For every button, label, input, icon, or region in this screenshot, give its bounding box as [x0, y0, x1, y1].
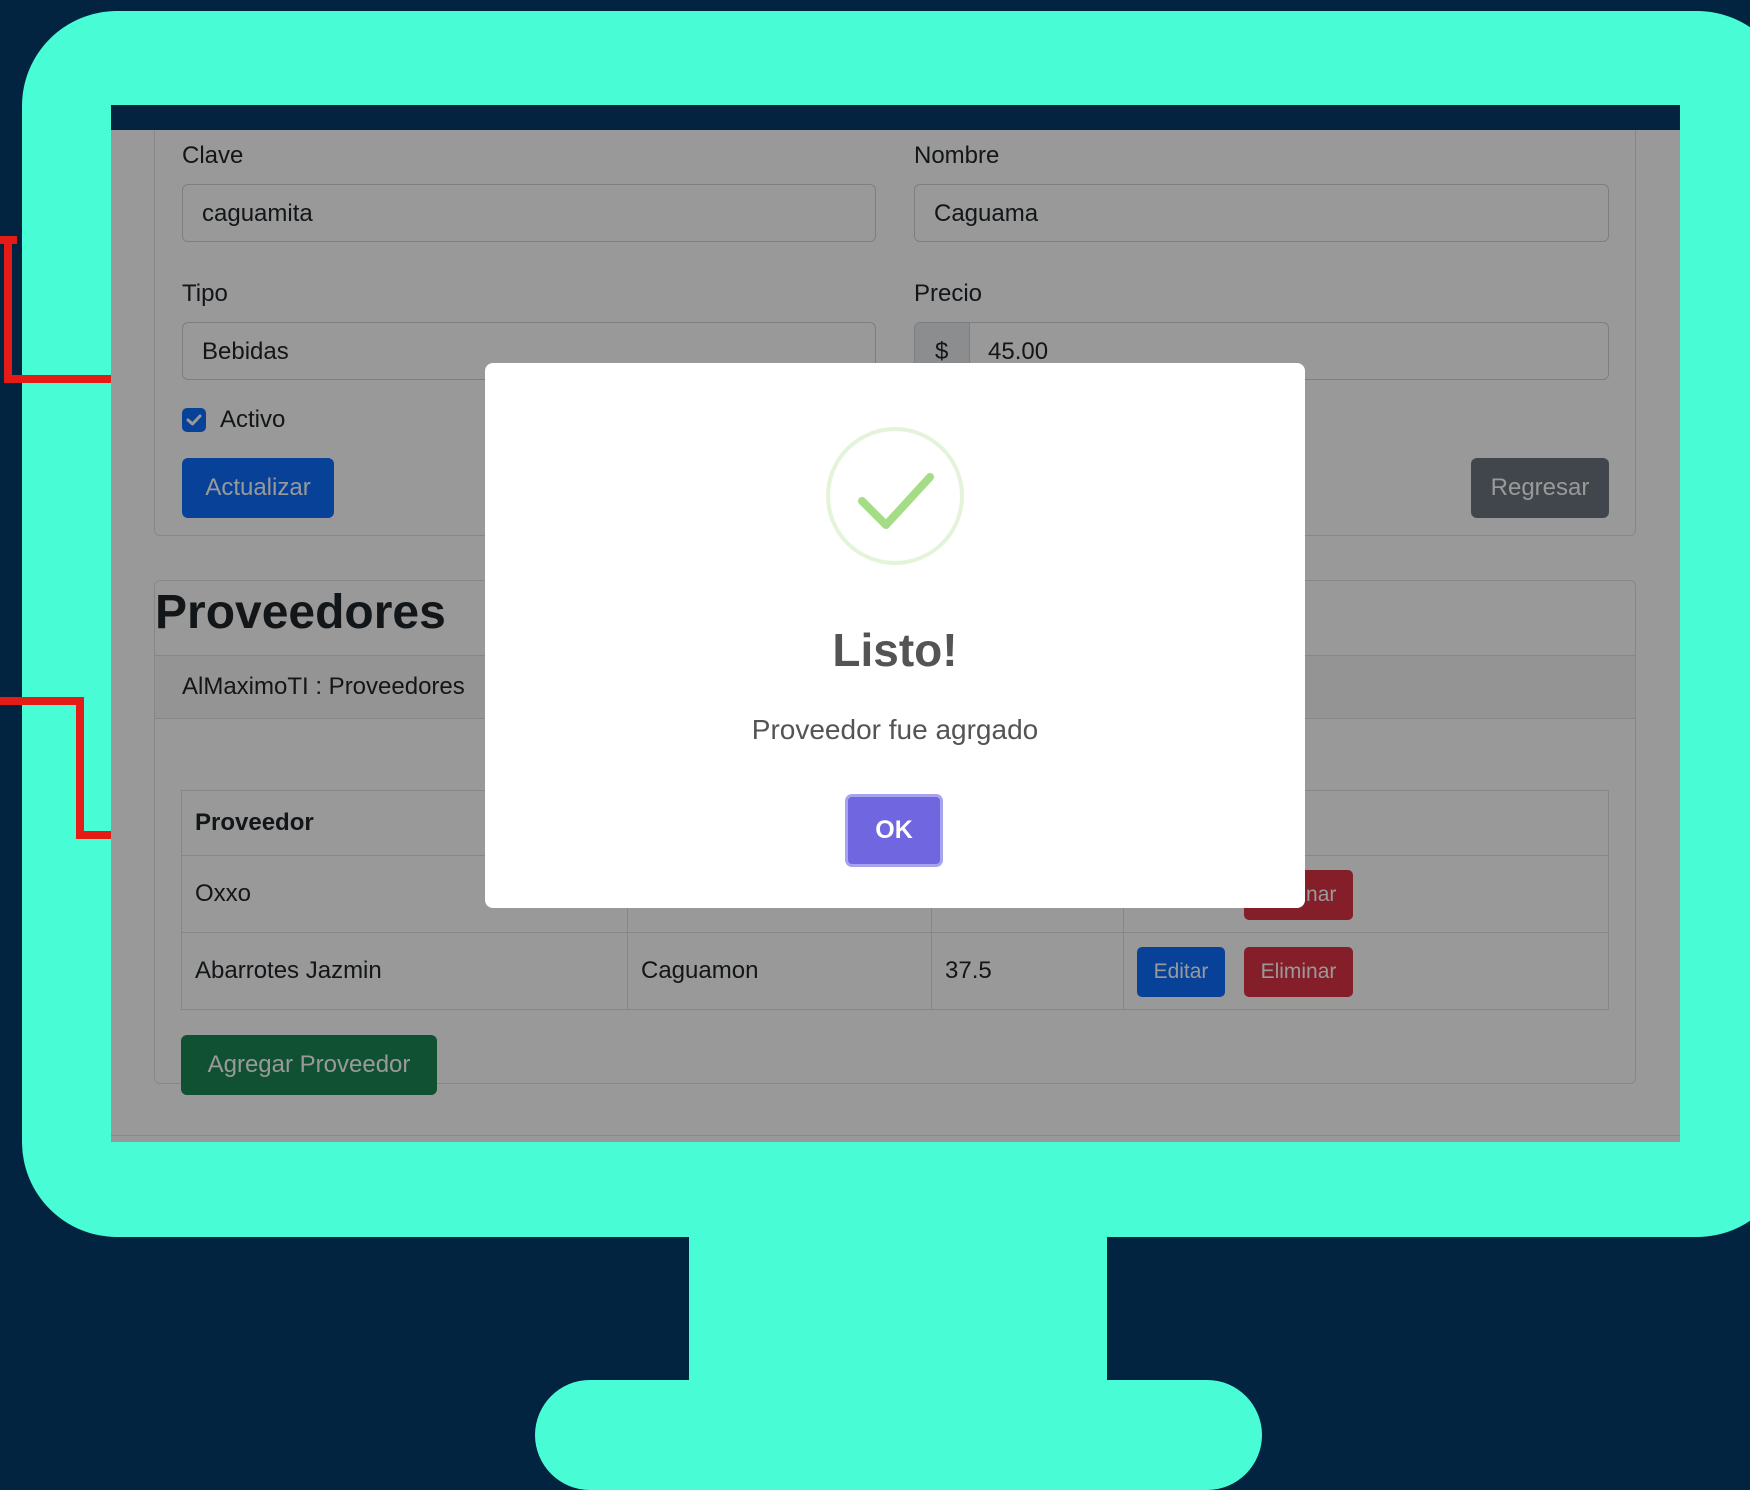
success-dialog: Listo! Proveedor fue agrgado OK	[485, 363, 1305, 908]
decor-line-1-vertical-b	[4, 236, 12, 382]
checkmark-icon	[858, 473, 934, 529]
dialog-message: Proveedor fue agrgado	[751, 714, 1039, 745]
success-check-icon	[826, 427, 964, 565]
decor-line-2-vertical	[76, 697, 84, 837]
monitor-base	[535, 1380, 1262, 1490]
monitor-neck	[689, 1230, 1107, 1390]
dialog-title: Listo!	[832, 624, 958, 676]
ok-button[interactable]: OK	[845, 794, 943, 867]
decor-line-2-top	[0, 697, 84, 705]
